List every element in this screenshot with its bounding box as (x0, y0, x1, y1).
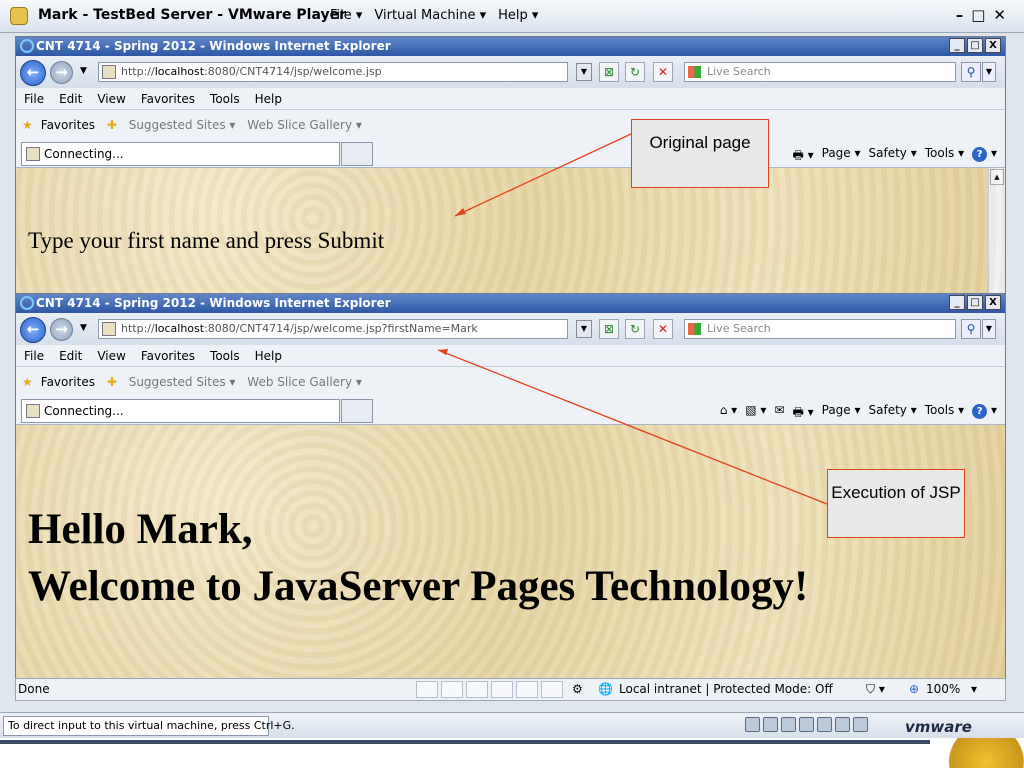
arrow-execution (437, 349, 828, 505)
annotation-arrows (437, 133, 828, 505)
arrowhead-execution (438, 349, 448, 355)
arrowhead-original (455, 208, 466, 216)
arrow-original (454, 133, 632, 217)
